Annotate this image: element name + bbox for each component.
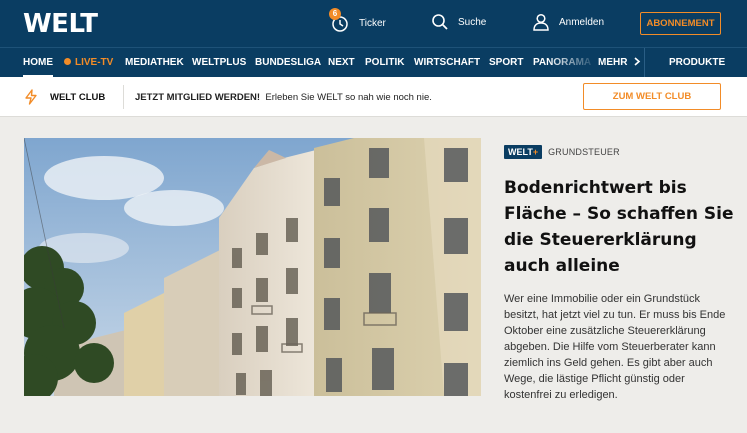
- search-label: Suche: [458, 16, 487, 28]
- main-nav: HOME LIVE-TV MEDIATHEK WELTPLUS BUNDESLI…: [0, 47, 747, 77]
- welt-logo[interactable]: WELT: [23, 9, 98, 39]
- article-image[interactable]: [24, 138, 481, 396]
- nav-item-politik[interactable]: POLITIK: [365, 57, 404, 68]
- nav-item-home[interactable]: HOME: [23, 57, 53, 77]
- nav-item-mehr[interactable]: MEHR: [598, 57, 641, 68]
- welt-club-bar: WELT CLUB JETZT MITGLIED WERDEN! Erleben…: [0, 77, 747, 117]
- ticker-count-badge: 6: [329, 8, 341, 20]
- live-dot-icon: [64, 58, 71, 65]
- clock-icon: 6: [329, 8, 350, 33]
- nav-item-produkte[interactable]: PRODUKTE: [669, 57, 725, 68]
- login-label: Anmelden: [559, 16, 605, 28]
- nav-item-mehr-label: MEHR: [598, 57, 628, 68]
- nav-item-live-tv[interactable]: LIVE-TV: [64, 57, 113, 68]
- kicker-topic: GRUNDSTEUER: [548, 147, 620, 157]
- login-link[interactable]: Anmelden: [532, 13, 604, 31]
- user-icon: [533, 13, 549, 31]
- nav-item-bundesliga[interactable]: BUNDESLIGA: [255, 57, 321, 68]
- weltplus-badge: WELT+: [504, 145, 543, 159]
- nav-fade-overlay: [548, 48, 598, 77]
- search-link[interactable]: Suche: [431, 13, 486, 31]
- club-promo-text: JETZT MITGLIED WERDEN! Erleben Sie WELT …: [135, 92, 432, 103]
- weltplus-badge-text: WELT: [508, 147, 533, 157]
- nav-divider: [644, 48, 645, 77]
- weltplus-badge-plus: +: [532, 147, 539, 157]
- lightning-icon: [25, 89, 37, 105]
- ticker-link[interactable]: 6 Ticker: [329, 8, 386, 33]
- nav-item-sport[interactable]: SPORT: [489, 57, 523, 68]
- club-button[interactable]: ZUM WELT CLUB: [583, 83, 721, 110]
- nav-item-mediathek[interactable]: MEDIATHEK: [125, 57, 184, 68]
- nav-item-live-tv-label: LIVE-TV: [75, 57, 114, 68]
- search-icon: [432, 14, 448, 30]
- subscribe-button[interactable]: ABONNEMENT: [640, 12, 721, 35]
- nav-item-wirtschaft[interactable]: WIRTSCHAFT: [414, 57, 480, 68]
- ticker-label: Ticker: [359, 17, 386, 29]
- nav-item-weltplus[interactable]: WELTPLUS: [192, 57, 246, 68]
- article-teaser: Wer eine Immobilie oder ein Grundstück b…: [504, 293, 726, 401]
- club-cta-text: Erleben Sie WELT so nah wie noch nie.: [265, 92, 432, 103]
- article-kicker: WELT+ GRUNDSTEUER: [504, 145, 620, 159]
- club-cta-bold: JETZT MITGLIED WERDEN!: [135, 92, 261, 103]
- article-headline[interactable]: Bodenrichtwert bis Fläche – So schaffen …: [504, 175, 734, 279]
- club-name: WELT CLUB: [50, 92, 106, 103]
- top-header: WELT 6 Ticker Suche Anmelden ABONNEMENT: [0, 0, 747, 47]
- nav-item-next[interactable]: NEXT: [328, 57, 355, 68]
- club-divider: [123, 85, 124, 109]
- chevron-right-icon: [634, 57, 641, 66]
